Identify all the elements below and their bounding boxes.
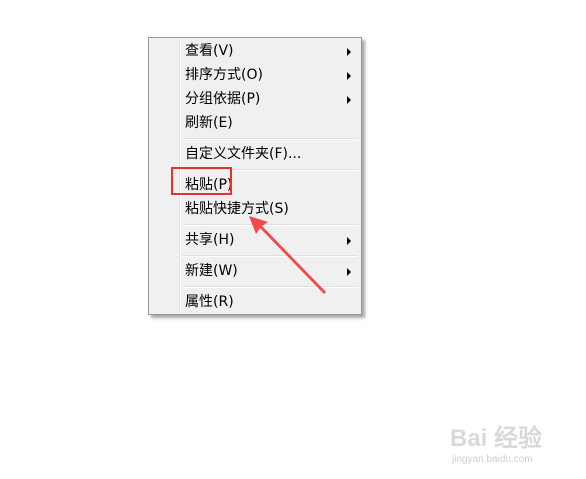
watermark-text: Bai 经验: [450, 425, 543, 452]
menu-item-sort-by[interactable]: 排序方式(O): [151, 64, 359, 86]
menu-item-group-by[interactable]: 分组依据(P): [151, 88, 359, 110]
annotation-highlight-box: [171, 167, 232, 195]
menu-item-label: 刷新(E): [185, 115, 233, 131]
menu-item-customize-folder[interactable]: 自定义文件夹(F)...: [151, 143, 359, 165]
menu-item-label: 查看(V): [185, 43, 234, 59]
menu-item-label: 自定义文件夹(F)...: [185, 146, 302, 162]
submenu-arrow-icon: [347, 237, 351, 245]
menu-item-label: 属性(R): [185, 294, 234, 310]
menu-item-label: 排序方式(O): [185, 67, 263, 83]
annotation-arrow-icon: [249, 216, 326, 294]
menu-separator: [182, 138, 358, 140]
screenshot-stage: 查看(V) 排序方式(O) 分组依据(P) 刷新(E) 自定义文件夹(F)...…: [0, 0, 586, 479]
submenu-arrow-icon: [347, 72, 351, 80]
menu-item-label: 共享(H): [185, 232, 235, 248]
menu-item-label: 新建(W): [185, 263, 238, 279]
menu-item-label: 分组依据(P): [185, 91, 261, 107]
watermark-logo: Bai 经验 jingyan.baidu.com: [450, 426, 570, 466]
submenu-arrow-icon: [347, 268, 351, 276]
watermark-url: jingyan.baidu.com: [452, 454, 533, 465]
menu-item-view[interactable]: 查看(V): [151, 40, 359, 62]
submenu-arrow-icon: [347, 96, 351, 104]
menu-item-refresh[interactable]: 刷新(E): [151, 112, 359, 134]
submenu-arrow-icon: [347, 48, 351, 56]
